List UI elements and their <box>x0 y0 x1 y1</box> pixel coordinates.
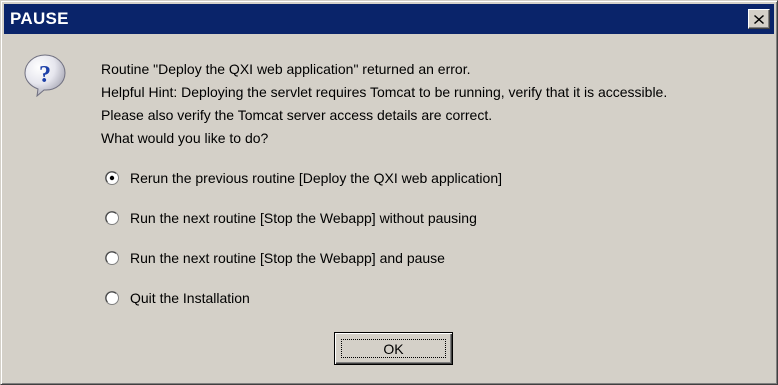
dialog-title: PAUSE <box>10 9 69 28</box>
option-run-next-no-pause[interactable]: Run the next routine [Stop the Webapp] w… <box>105 207 477 229</box>
option-rerun[interactable]: Rerun the previous routine [Deploy the Q… <box>105 167 502 189</box>
option-quit[interactable]: Quit the Installation <box>105 287 250 309</box>
option-label[interactable]: Run the next routine [Stop the Webapp] w… <box>130 210 477 226</box>
message-line-hint: Helpful Hint: Deploying the servlet requ… <box>101 84 668 100</box>
radio-button[interactable] <box>105 211 119 225</box>
ok-button-label: OK <box>383 340 404 357</box>
pause-dialog: PAUSE ? Routine "Deploy the QXI web appl… <box>0 0 778 385</box>
close-icon <box>754 14 764 24</box>
option-label[interactable]: Quit the Installation <box>130 290 250 306</box>
message-text: Routine "Deploy the QXI web application"… <box>101 58 771 150</box>
option-label[interactable]: Run the next routine [Stop the Webapp] a… <box>130 250 445 266</box>
question-icon: ? <box>23 53 67 98</box>
message-line-verify: Please also verify the Tomcat server acc… <box>101 107 493 123</box>
ok-button[interactable]: OK <box>334 332 453 365</box>
radio-button-selected[interactable] <box>105 171 119 185</box>
svg-text:?: ? <box>39 62 51 88</box>
radio-button[interactable] <box>105 291 119 305</box>
radio-button[interactable] <box>105 251 119 265</box>
close-button[interactable] <box>748 9 770 29</box>
title-bar[interactable]: PAUSE <box>4 4 774 34</box>
message-line-question: What would you like to do? <box>101 130 269 146</box>
option-label[interactable]: Rerun the previous routine [Deploy the Q… <box>130 170 502 186</box>
message-line-error: Routine "Deploy the QXI web application"… <box>101 61 471 77</box>
option-run-next-pause[interactable]: Run the next routine [Stop the Webapp] a… <box>105 247 445 269</box>
